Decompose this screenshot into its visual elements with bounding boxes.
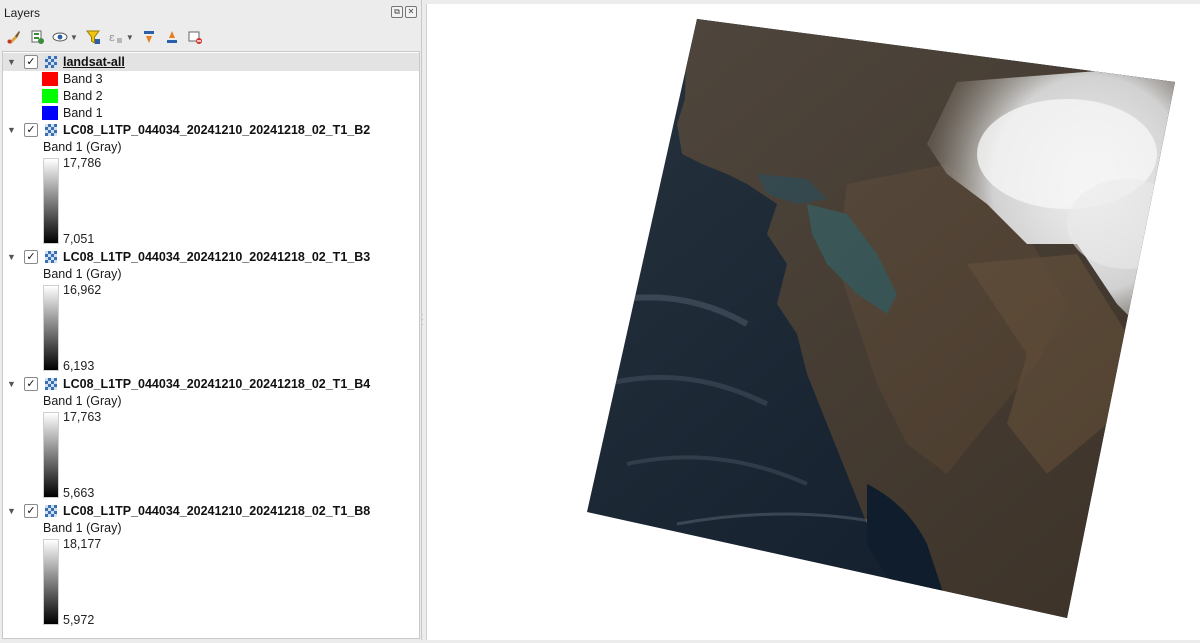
layer-name: LC08_L1TP_044034_20241210_20241218_02_T1… [63, 123, 371, 137]
collapse-all-icon[interactable] [162, 27, 182, 47]
gray-color-ramp [43, 285, 59, 371]
ramp-min-value: 5,663 [63, 486, 95, 500]
raster-layer-icon [45, 251, 57, 263]
band-color-swatch [42, 89, 58, 103]
satellite-image [587, 19, 1175, 618]
visibility-dropdown-icon[interactable]: ▼ [70, 33, 78, 42]
layer-row-b8[interactable]: ▼ ✓ LC08_L1TP_044034_20241210_20241218_0… [3, 502, 419, 520]
layer-visibility-checkbox[interactable]: ✓ [24, 55, 38, 69]
layer-visibility-checkbox[interactable]: ✓ [24, 377, 38, 391]
gray-color-ramp [43, 158, 59, 244]
ramp-min-value: 7,051 [63, 232, 95, 246]
ramp-max-value: 17,786 [63, 156, 102, 170]
panel-splitter-handle[interactable]: · · · [421, 311, 425, 329]
layer-visibility-checkbox[interactable]: ✓ [24, 123, 38, 137]
ramp-min-value: 5,972 [63, 613, 95, 627]
layer-row-b4[interactable]: ▼ ✓ LC08_L1TP_044034_20241210_20241218_0… [3, 375, 419, 393]
band-gray-label: Band 1 (Gray) [43, 140, 122, 154]
float-panel-icon[interactable]: ⧉ [391, 6, 403, 18]
layer-name: landsat-all [63, 55, 125, 69]
layer-name: LC08_L1TP_044034_20241210_20241218_02_T1… [63, 377, 371, 391]
ramp-max-value: 16,962 [63, 283, 102, 297]
svg-text:ε: ε [109, 31, 115, 44]
style-brush-icon[interactable] [4, 27, 24, 47]
band-gray-label: Band 1 (Gray) [43, 267, 122, 281]
collapse-arrow-icon[interactable]: ▼ [7, 506, 16, 516]
band-gray-label-row: Band 1 (Gray) [3, 138, 419, 156]
band-gray-label: Band 1 (Gray) [43, 521, 122, 535]
legend-item-band-2: Band 2 [3, 87, 419, 105]
layer-row-b3[interactable]: ▼ ✓ LC08_L1TP_044034_20241210_20241218_0… [3, 248, 419, 266]
layer-visibility-checkbox[interactable]: ✓ [24, 250, 38, 264]
layer-name: LC08_L1TP_044034_20241210_20241218_02_T1… [63, 250, 371, 264]
band-gray-label: Band 1 (Gray) [43, 394, 122, 408]
expand-all-icon[interactable] [139, 27, 159, 47]
band-color-swatch [42, 72, 58, 86]
layers-toolbar: ▼ ε ▼ [4, 26, 205, 48]
panel-title: Layers [4, 6, 41, 20]
legend-item-band-1: Band 1 [3, 104, 419, 122]
raster-layer-icon [45, 378, 57, 390]
collapse-arrow-icon[interactable]: ▼ [7, 125, 16, 135]
filter-icon[interactable] [83, 27, 103, 47]
collapse-arrow-icon[interactable]: ▼ [7, 379, 16, 389]
close-panel-icon[interactable]: ✕ [405, 6, 417, 18]
layer-visibility-checkbox[interactable]: ✓ [24, 504, 38, 518]
expression-filter-icon[interactable]: ε [106, 27, 126, 47]
raster-layer-icon [45, 505, 57, 517]
layer-row-landsat-all[interactable]: ▼ ✓ landsat-all [3, 53, 419, 71]
map-canvas[interactable] [426, 4, 1200, 640]
panel-title-buttons: ⧉ ✕ [391, 6, 417, 18]
ramp-max-value: 17,763 [63, 410, 102, 424]
layer-tree: ▼ ✓ landsat-all Band 3 Band 2 Band 1 ▼ ✓… [2, 51, 420, 639]
remove-layer-icon[interactable] [185, 27, 205, 47]
gray-color-ramp [43, 412, 59, 498]
raster-layer-icon [45, 56, 57, 68]
expression-dropdown-icon[interactable]: ▼ [126, 33, 134, 42]
layer-name: LC08_L1TP_044034_20241210_20241218_02_T1… [63, 504, 371, 518]
layer-row-b2[interactable]: ▼ ✓ LC08_L1TP_044034_20241210_20241218_0… [3, 121, 419, 139]
ramp-max-value: 18,177 [63, 537, 102, 551]
band-label: Band 1 [63, 106, 103, 120]
band-color-swatch [42, 106, 58, 120]
band-gray-label-row: Band 1 (Gray) [3, 265, 419, 283]
collapse-arrow-icon[interactable]: ▼ [7, 57, 16, 67]
visibility-eye-icon[interactable] [50, 27, 70, 47]
gray-color-ramp [43, 539, 59, 625]
band-gray-label-row: Band 1 (Gray) [3, 519, 419, 537]
raster-layer-icon [45, 124, 57, 136]
legend-item-band-3: Band 3 [3, 70, 419, 88]
band-label: Band 3 [63, 72, 103, 86]
collapse-arrow-icon[interactable]: ▼ [7, 252, 16, 262]
band-gray-label-row: Band 1 (Gray) [3, 392, 419, 410]
ramp-min-value: 6,193 [63, 359, 95, 373]
add-group-icon[interactable] [27, 27, 47, 47]
band-label: Band 2 [63, 89, 103, 103]
layers-panel: Layers ⧉ ✕ ▼ ε ▼ ▼ ✓ landsat-all Band 3 … [0, 0, 422, 640]
